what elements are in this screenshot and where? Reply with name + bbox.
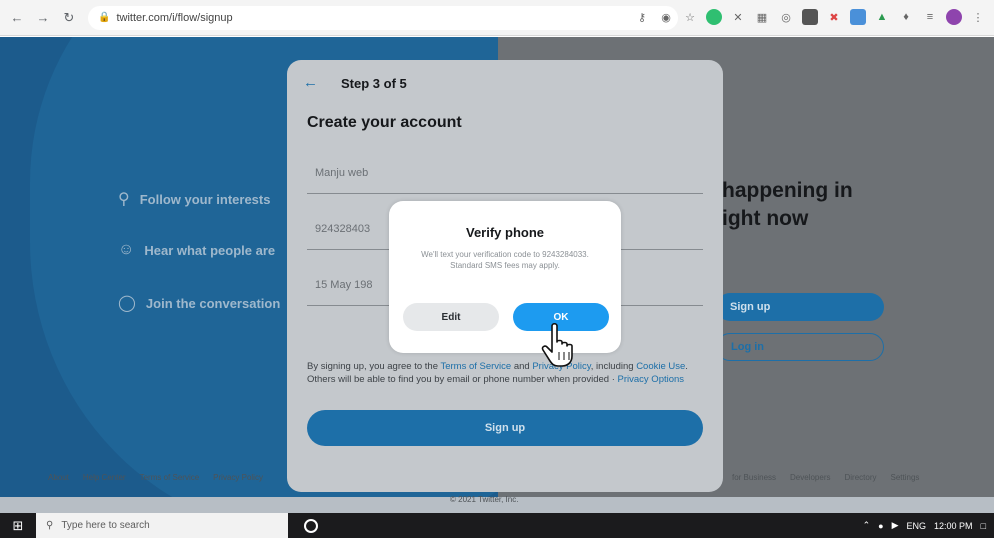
star-icon[interactable]: ☆ bbox=[682, 9, 698, 25]
terms-of-service-link[interactable]: Terms of Service bbox=[440, 361, 511, 372]
volume-icon[interactable]: ▶ bbox=[892, 520, 899, 531]
signup-button[interactable]: Sign up bbox=[307, 410, 703, 446]
dialog-message: We'll text your verification code to 924… bbox=[421, 250, 589, 270]
extension-red-x-icon[interactable]: ✖ bbox=[826, 9, 842, 25]
footer-link[interactable]: Help Center bbox=[83, 473, 126, 482]
taskbar-search-placeholder: Type here to search bbox=[61, 520, 150, 531]
more-options-icon[interactable]: ⋮ bbox=[970, 9, 986, 25]
terms-and: and bbox=[511, 361, 533, 372]
windows-start-icon[interactable]: ⊞ bbox=[0, 513, 36, 538]
verify-phone-dialog: Verify phone We'll text your verificatio… bbox=[389, 201, 621, 353]
taskbar-search[interactable]: ⚲ Type here to search bbox=[36, 513, 288, 538]
cookie-use-link[interactable]: Cookie Use bbox=[636, 361, 685, 372]
name-field[interactable]: Manju web bbox=[307, 152, 703, 194]
extension-square-icon[interactable] bbox=[802, 9, 818, 25]
extension-green-icon[interactable] bbox=[706, 9, 722, 25]
extension-grid-icon[interactable]: ▦ bbox=[754, 9, 770, 25]
network-icon[interactable]: ● bbox=[878, 521, 883, 531]
background-signup-button[interactable]: Sign up bbox=[716, 293, 884, 321]
extensions-row: ⚷ ◉ ☆ ✕ ▦ ◎ ✖ ▲ ♦ ≡ ⋮ bbox=[634, 9, 986, 25]
reload-icon[interactable]: ↻ bbox=[60, 9, 78, 27]
headline: happening in ight now bbox=[722, 177, 853, 233]
extension-photo-icon[interactable] bbox=[850, 9, 866, 25]
footer-links-left: About Help Center Terms of Service Priva… bbox=[48, 473, 263, 482]
step-indicator: Step 3 of 5 bbox=[341, 76, 407, 91]
footer-link[interactable]: Settings bbox=[891, 473, 920, 482]
terms-including: , including bbox=[590, 361, 637, 372]
puzzle-icon[interactable]: ♦ bbox=[898, 9, 914, 25]
feature-follow-label: Follow your interests bbox=[139, 191, 271, 207]
footer-link[interactable]: Privacy Policy bbox=[213, 473, 263, 482]
extension-x-icon[interactable]: ✕ bbox=[730, 9, 746, 25]
copyright: © 2021 Twitter, Inc. bbox=[450, 495, 519, 504]
clock[interactable]: 12:00 PM bbox=[934, 521, 973, 531]
address-bar[interactable]: 🔒 twitter.com/i/flow/signup bbox=[88, 5, 678, 30]
language-indicator[interactable]: ENG bbox=[907, 521, 927, 531]
forward-arrow-icon[interactable]: → bbox=[34, 9, 52, 27]
terms-prefix: By signing up, you agree to the bbox=[307, 361, 441, 372]
footer-link[interactable]: for Business bbox=[732, 473, 776, 482]
cortana-icon[interactable] bbox=[304, 518, 318, 533]
dialog-title: Verify phone bbox=[465, 225, 545, 240]
headline-line2: ight now bbox=[722, 207, 809, 230]
people-icon: ☺ bbox=[118, 241, 135, 258]
footer-link[interactable]: Terms of Service bbox=[140, 473, 200, 482]
system-tray: ⌃ ● ▶ ENG 12:00 PM □ bbox=[863, 513, 986, 538]
extension-menu-icon[interactable]: ≡ bbox=[922, 9, 938, 25]
feature-join: ◯ Join the conversation bbox=[118, 293, 280, 313]
search-icon: ⚲ bbox=[118, 191, 130, 208]
headline-line1: happening in bbox=[722, 179, 853, 202]
footer-link[interactable]: Developers bbox=[790, 473, 830, 482]
windows-taskbar: ⊞ ⚲ Type here to search ⌃ ● ▶ ENG 12:00 … bbox=[0, 513, 994, 538]
feature-follow: ⚲ Follow your interests bbox=[118, 189, 270, 209]
feature-join-label: Join the conversation bbox=[145, 295, 281, 311]
browser-toolbar: ← → ↻ 🔒 twitter.com/i/flow/signup ⚷ ◉ ☆ … bbox=[0, 0, 994, 36]
chat-bubble-icon: ◯ bbox=[118, 295, 136, 312]
url-text: twitter.com/i/flow/signup bbox=[116, 11, 233, 24]
hand-cursor-icon bbox=[541, 322, 573, 367]
back-arrow-icon[interactable]: ← bbox=[303, 74, 318, 91]
edit-button[interactable]: Edit bbox=[403, 303, 499, 331]
location-icon[interactable]: ◉ bbox=[658, 9, 674, 25]
back-arrow-icon[interactable]: ← bbox=[8, 9, 26, 27]
privacy-options-link[interactable]: Privacy Options bbox=[618, 374, 685, 385]
footer-link[interactable]: Directory bbox=[845, 473, 877, 482]
chevron-up-icon[interactable]: ⌃ bbox=[863, 520, 871, 531]
search-icon: ⚲ bbox=[46, 520, 54, 531]
terms-text: By signing up, you agree to the Terms of… bbox=[307, 360, 703, 386]
lock-icon: 🔒 bbox=[98, 12, 111, 23]
profile-avatar-icon[interactable] bbox=[946, 9, 962, 25]
feature-hear-label: Hear what people are bbox=[144, 242, 276, 258]
key-icon[interactable]: ⚷ bbox=[634, 9, 650, 25]
footer-links-right: for Business Developers Directory Settin… bbox=[732, 473, 919, 482]
background-login-button[interactable]: Log in bbox=[716, 333, 884, 361]
notifications-icon[interactable]: □ bbox=[981, 521, 986, 531]
feature-hear: ☺ Hear what people are bbox=[118, 241, 275, 259]
extension-circle-icon[interactable]: ◎ bbox=[778, 9, 794, 25]
modal-title: Create your account bbox=[307, 114, 462, 131]
extension-chart-icon[interactable]: ▲ bbox=[874, 9, 890, 25]
footer-link[interactable]: About bbox=[48, 473, 69, 482]
